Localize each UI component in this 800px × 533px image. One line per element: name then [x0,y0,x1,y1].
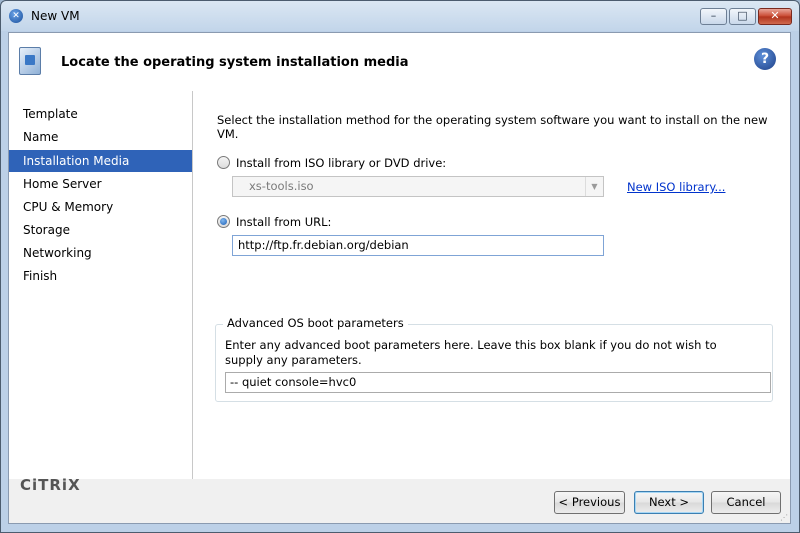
advanced-boot-legend: Advanced OS boot parameters [223,316,408,330]
sidebar-item-storage[interactable]: Storage [9,219,192,241]
url-option-row[interactable]: Install from URL: [217,215,331,229]
title-bar[interactable]: ✕ New VM – □ ✕ [1,1,799,31]
sidebar-item-finish[interactable]: Finish [9,265,192,287]
sidebar-item-cpu-memory[interactable]: CPU & Memory [9,196,192,218]
iso-select[interactable]: xs-tools.iso ▼ [232,176,604,197]
installation-media-panel: Select the installation method for the o… [193,91,790,479]
url-radio-label: Install from URL: [236,215,332,229]
url-radio[interactable] [217,215,230,228]
sidebar-item-networking[interactable]: Networking [9,242,192,264]
cancel-button[interactable]: Cancel [711,491,781,514]
advanced-boot-description: Enter any advanced boot parameters here.… [225,338,717,367]
wizard-client-area: Locate the operating system installation… [8,32,791,524]
wizard-header: Locate the operating system installation… [9,33,790,92]
resize-grip-icon[interactable]: ⋰ [780,513,790,523]
iso-select-value: xs-tools.iso [249,179,314,193]
boot-parameters-input[interactable]: -- quiet console=hvc0 [225,372,771,393]
new-iso-library-link[interactable]: New ISO library... [627,180,725,194]
minimize-button[interactable]: – [700,8,727,25]
sidebar-item-home-server[interactable]: Home Server [9,173,192,195]
sidebar-item-name[interactable]: Name [9,126,192,148]
previous-button[interactable]: < Previous [554,491,625,514]
iso-radio-label: Install from ISO library or DVD drive: [236,156,447,170]
window-title: New VM [31,9,80,23]
url-input[interactable]: http://ftp.fr.debian.org/debian [232,235,604,256]
help-icon[interactable]: ? [754,48,776,70]
new-vm-window: ✕ New VM – □ ✕ Locate the operating syst… [0,0,800,533]
maximize-button[interactable]: □ [729,8,756,25]
page-title: Locate the operating system installation… [61,55,409,70]
wizard-steps-sidebar: Template Name Installation Media Home Se… [9,91,193,494]
intro-text: Select the installation method for the o… [217,113,768,141]
install-media-icon [19,47,41,75]
citrix-logo: CiTRiX [20,476,81,494]
next-button[interactable]: Next > [634,491,704,514]
iso-radio[interactable] [217,156,230,169]
xenserver-app-icon: ✕ [9,9,23,23]
iso-option-row[interactable]: Install from ISO library or DVD drive: [217,156,446,170]
sidebar-item-template[interactable]: Template [9,103,192,125]
chevron-down-icon[interactable]: ▼ [585,177,603,196]
close-button[interactable]: ✕ [758,8,792,25]
sidebar-item-installation-media[interactable]: Installation Media [9,150,192,172]
